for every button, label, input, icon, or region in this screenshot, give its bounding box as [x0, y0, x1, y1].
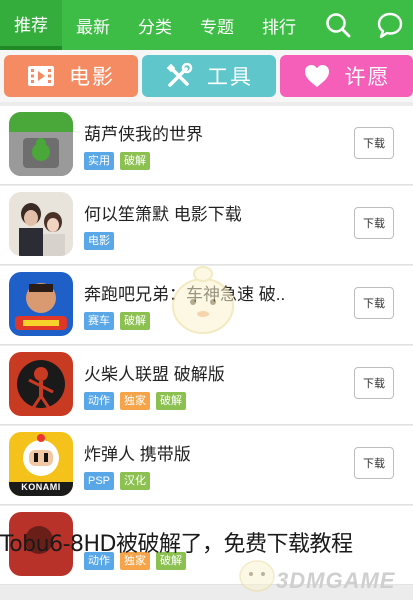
download-button[interactable]: 下载: [354, 447, 394, 479]
app-name: 葫芦侠我的世界: [84, 125, 203, 144]
tag-cracked: 破解: [120, 152, 150, 170]
heart-icon: [303, 63, 331, 89]
app-name: 炸弹人 携带版: [84, 445, 191, 464]
tab-topic[interactable]: 专题: [186, 0, 248, 50]
konami-label: KONAMI: [21, 482, 61, 492]
tag-psp: PSP: [84, 472, 115, 490]
tab-ranking[interactable]: 排行: [248, 0, 310, 50]
tag-exclusive: 独家: [120, 392, 150, 410]
app-icon-bomberman: KONAMI: [9, 432, 73, 496]
category-tools-label: 工具: [207, 66, 253, 89]
app-icon-movie-poster: [9, 192, 73, 256]
list-item[interactable]: 火柴人联盟 破解版 动作 独家 破解 下载: [0, 346, 413, 425]
tag-cracked: 破解: [120, 312, 150, 330]
tag-chinese: 汉化: [120, 472, 151, 490]
tab-recommend[interactable]: 推荐: [0, 0, 62, 50]
tag-action: 动作: [84, 392, 114, 410]
tag-cracked: 破解: [156, 392, 186, 410]
tab-category[interactable]: 分类: [124, 0, 186, 50]
category-wish-button[interactable]: 许愿: [280, 55, 413, 97]
top-nav-bar: 推荐 最新 分类 专题 排行: [0, 0, 413, 50]
tag-movie: 电影: [84, 232, 114, 250]
mascot-watermark-image: [163, 262, 241, 338]
download-button[interactable]: 下载: [354, 207, 394, 239]
tools-icon: [165, 62, 193, 90]
category-film-button[interactable]: 电影: [4, 55, 138, 97]
tab-latest[interactable]: 最新: [62, 0, 124, 50]
tag-utility: 实用: [84, 152, 114, 170]
chat-icon[interactable]: [375, 10, 405, 40]
watermark-3dmgame: 3DMGAME: [276, 568, 396, 593]
overlay-caption: Tobu6-8HD被破解了，免费下载教程: [0, 532, 353, 557]
list-item[interactable]: 葫芦侠我的世界 实用 破解 下载: [0, 106, 413, 185]
app-icon-racing: [9, 272, 73, 336]
download-button[interactable]: 下载: [354, 367, 394, 399]
download-button[interactable]: 下载: [354, 127, 394, 159]
category-tools-button[interactable]: 工具: [142, 55, 276, 97]
list-item[interactable]: KONAMI 炸弹人 携带版 PSP 汉化 下载: [0, 426, 413, 505]
download-button[interactable]: 下载: [354, 287, 394, 319]
tag-racing: 赛车: [84, 312, 114, 330]
film-icon: [27, 64, 55, 88]
app-icon-gourd: [9, 112, 73, 176]
category-film-label: 电影: [69, 66, 115, 89]
app-name: 何以笙箫默 电影下载: [84, 205, 242, 224]
category-wish-label: 许愿: [344, 66, 391, 89]
list-item[interactable]: 何以笙箫默 电影下载 电影 下载: [0, 186, 413, 265]
search-icon[interactable]: [323, 10, 353, 40]
app-icon-stickman: [9, 352, 73, 416]
mascot-watermark-small-image: [236, 552, 278, 594]
app-name: 火柴人联盟 破解版: [84, 365, 225, 384]
category-row: 电影 工具 许愿: [0, 50, 413, 102]
